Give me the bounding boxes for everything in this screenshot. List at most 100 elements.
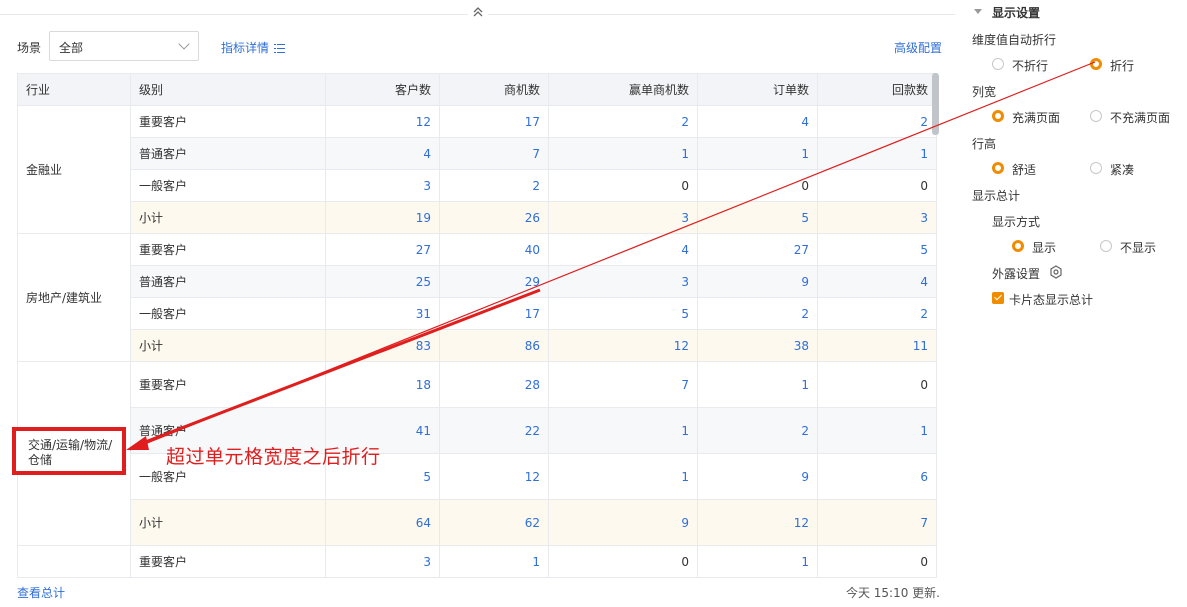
won-opportunities-cell[interactable]: 4 bbox=[548, 233, 698, 266]
opportunities-cell[interactable]: 17 bbox=[439, 105, 549, 138]
opportunities-cell[interactable]: 1 bbox=[439, 545, 549, 578]
industry-cell: 金融业 bbox=[17, 105, 131, 234]
payments-cell: 0 bbox=[817, 545, 937, 578]
won-opportunities-cell[interactable]: 2 bbox=[548, 105, 698, 138]
gear-icon[interactable] bbox=[1049, 265, 1063, 279]
customers-cell[interactable]: 64 bbox=[325, 499, 440, 546]
payments-cell[interactable]: 5 bbox=[817, 233, 937, 266]
radio-comfortable[interactable] bbox=[992, 162, 1004, 174]
opportunities-cell[interactable]: 62 bbox=[439, 499, 549, 546]
orders-cell[interactable]: 38 bbox=[697, 329, 818, 362]
radio-hide[interactable] bbox=[1100, 240, 1112, 252]
won-opportunities-cell[interactable]: 7 bbox=[548, 361, 698, 408]
won-opportunities-cell[interactable]: 3 bbox=[548, 265, 698, 298]
header-won-opportunities[interactable]: 赢单商机数 bbox=[548, 73, 698, 106]
level-cell: 重要客户 bbox=[130, 233, 326, 266]
opportunities-cell[interactable]: 17 bbox=[439, 297, 549, 330]
customers-cell[interactable]: 3 bbox=[325, 169, 440, 202]
opportunities-cell[interactable]: 12 bbox=[439, 453, 549, 500]
industry-cell bbox=[17, 545, 131, 578]
header-customers[interactable]: 客户数 bbox=[325, 73, 440, 106]
radio-fill-page-label: 充满页面 bbox=[1012, 111, 1061, 125]
won-opportunities-cell[interactable]: 3 bbox=[548, 201, 698, 234]
row-height-label: 行高 bbox=[972, 137, 997, 151]
won-opportunities-cell[interactable]: 5 bbox=[548, 297, 698, 330]
payments-cell[interactable]: 2 bbox=[817, 297, 937, 330]
table-row: 金融业 重要客户 12 17 2 4 2 bbox=[17, 105, 937, 234]
payments-cell[interactable]: 11 bbox=[817, 329, 937, 362]
customers-cell[interactable]: 31 bbox=[325, 297, 440, 330]
radio-compact[interactable] bbox=[1090, 162, 1102, 174]
header-orders[interactable]: 订单数 bbox=[697, 73, 818, 106]
level-cell: 普通客户 bbox=[130, 407, 326, 454]
payments-cell[interactable]: 6 bbox=[817, 453, 937, 500]
opportunities-cell[interactable]: 26 bbox=[439, 201, 549, 234]
orders-cell[interactable]: 9 bbox=[697, 265, 818, 298]
payments-cell[interactable]: 2 bbox=[817, 105, 937, 138]
customers-cell[interactable]: 5 bbox=[325, 453, 440, 500]
payments-cell[interactable]: 7 bbox=[817, 499, 937, 546]
opportunities-cell[interactable]: 2 bbox=[439, 169, 549, 202]
header-payments[interactable]: 回款数 bbox=[817, 73, 937, 106]
customers-cell[interactable]: 27 bbox=[325, 233, 440, 266]
payments-cell[interactable]: 3 bbox=[817, 201, 937, 234]
header-opportunities[interactable]: 商机数 bbox=[439, 73, 549, 106]
orders-cell[interactable]: 1 bbox=[697, 545, 818, 578]
won-opportunities-cell[interactable]: 12 bbox=[548, 329, 698, 362]
opportunities-cell[interactable]: 29 bbox=[439, 265, 549, 298]
orders-cell[interactable]: 1 bbox=[697, 137, 818, 170]
table-row: 一般客户 5 12 1 9 6 bbox=[18, 453, 937, 500]
orders-cell[interactable]: 2 bbox=[697, 407, 818, 454]
customers-cell[interactable]: 4 bbox=[325, 137, 440, 170]
radio-fill-page[interactable] bbox=[992, 110, 1004, 122]
caret-down-icon[interactable] bbox=[974, 9, 982, 14]
table-scrollbar[interactable] bbox=[932, 73, 939, 135]
table-row: 交通/运输/物流/仓储重要客户1828710 bbox=[17, 361, 937, 546]
header-level[interactable]: 级别 bbox=[130, 73, 326, 106]
orders-cell[interactable]: 2 bbox=[697, 297, 818, 330]
scene-select[interactable]: 全部 bbox=[49, 31, 199, 61]
payments-cell[interactable]: 1 bbox=[817, 137, 937, 170]
level-cell: 普通客户 bbox=[130, 265, 326, 298]
won-opportunities-cell[interactable]: 1 bbox=[548, 407, 698, 454]
radio-wrap[interactable] bbox=[1090, 58, 1102, 70]
orders-cell[interactable]: 12 bbox=[697, 499, 818, 546]
advanced-config-link[interactable]: 高级配置 bbox=[894, 39, 942, 56]
orders-cell[interactable]: 27 bbox=[697, 233, 818, 266]
display-mode-label: 显示方式 bbox=[992, 215, 1041, 229]
customers-cell[interactable]: 3 bbox=[325, 545, 440, 578]
radio-no-wrap[interactable] bbox=[992, 58, 1004, 70]
opportunities-cell[interactable]: 28 bbox=[439, 361, 549, 408]
subtotal-row: 小计 64 62 9 12 7 bbox=[18, 499, 937, 546]
won-opportunities-cell[interactable]: 1 bbox=[548, 137, 698, 170]
orders-cell[interactable]: 5 bbox=[697, 201, 818, 234]
customers-cell[interactable]: 41 bbox=[325, 407, 440, 454]
opportunities-cell[interactable]: 22 bbox=[439, 407, 549, 454]
radio-show[interactable] bbox=[1012, 240, 1024, 252]
level-cell: 重要客户 bbox=[130, 361, 326, 408]
scene-label: 场景 bbox=[17, 41, 42, 55]
customers-cell[interactable]: 83 bbox=[325, 329, 440, 362]
view-total-link[interactable]: 查看总计 bbox=[17, 584, 65, 601]
metric-details-link[interactable]: 指标详情 bbox=[221, 39, 286, 56]
radio-no-wrap-label: 不折行 bbox=[1012, 59, 1049, 73]
opportunities-cell[interactable]: 7 bbox=[439, 137, 549, 170]
payments-cell[interactable]: 1 bbox=[817, 407, 937, 454]
opportunities-cell[interactable]: 40 bbox=[439, 233, 549, 266]
customers-cell[interactable]: 18 bbox=[325, 361, 440, 408]
chevron-down-icon bbox=[178, 38, 190, 50]
header-industry[interactable]: 行业 bbox=[17, 73, 131, 106]
customers-cell[interactable]: 19 bbox=[325, 201, 440, 234]
orders-cell[interactable]: 1 bbox=[697, 361, 818, 408]
opportunities-cell[interactable]: 86 bbox=[439, 329, 549, 362]
customers-cell[interactable]: 12 bbox=[325, 105, 440, 138]
orders-cell[interactable]: 4 bbox=[697, 105, 818, 138]
radio-not-fill-page[interactable] bbox=[1090, 110, 1102, 122]
chevron-double-up-icon[interactable] bbox=[468, 6, 488, 22]
customers-cell[interactable]: 25 bbox=[325, 265, 440, 298]
won-opportunities-cell[interactable]: 9 bbox=[548, 499, 698, 546]
payments-cell[interactable]: 4 bbox=[817, 265, 937, 298]
won-opportunities-cell[interactable]: 1 bbox=[548, 453, 698, 500]
card-total-checkbox[interactable] bbox=[992, 292, 1004, 304]
orders-cell[interactable]: 9 bbox=[697, 453, 818, 500]
